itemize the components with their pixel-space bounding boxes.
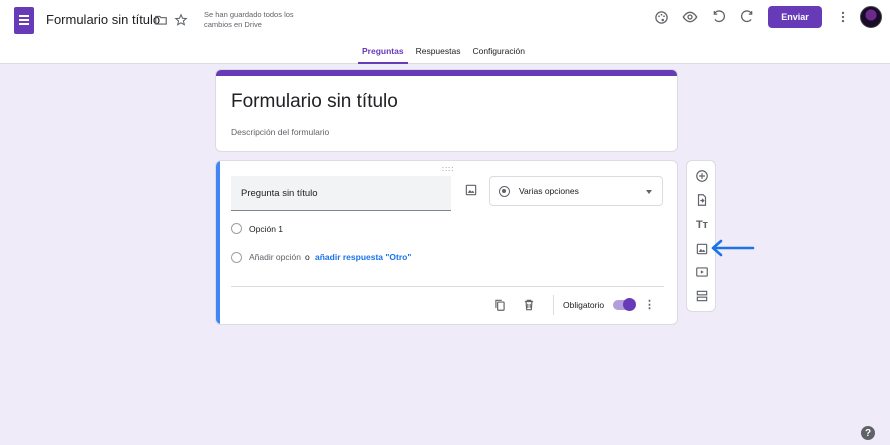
accent-bar	[216, 70, 677, 76]
option-1-input[interactable]: Opción 1	[249, 224, 283, 234]
forms-logo-icon[interactable]	[14, 7, 34, 34]
redo-icon[interactable]	[738, 8, 756, 26]
add-section-icon[interactable]	[694, 288, 710, 304]
question-type-label: Varias opciones	[519, 186, 579, 196]
side-toolbar: Tт	[686, 160, 716, 312]
add-question-icon[interactable]	[694, 168, 710, 184]
palette-icon[interactable]	[652, 8, 670, 26]
annotation-arrow-icon	[711, 239, 755, 257]
help-icon[interactable]: ?	[861, 426, 875, 440]
question-type-select[interactable]: Varias opciones	[489, 176, 663, 206]
delete-icon[interactable]	[522, 298, 536, 312]
form-header-card: Formulario sin título Descripción del fo…	[215, 69, 678, 152]
document-title[interactable]: Formulario sin título	[46, 12, 160, 27]
drag-handle-icon[interactable]: ∷∷	[442, 165, 454, 174]
form-title[interactable]: Formulario sin título	[231, 91, 398, 113]
focus-bar	[216, 161, 220, 324]
add-image-icon[interactable]	[464, 183, 478, 197]
tab-questions[interactable]: Preguntas	[356, 46, 410, 64]
or-text: o	[305, 252, 310, 262]
add-image-icon[interactable]	[694, 241, 710, 257]
form-tabs: Preguntas Respuestas Configuración	[356, 46, 531, 64]
star-icon[interactable]	[172, 11, 190, 29]
duplicate-icon[interactable]	[493, 298, 507, 312]
question-title-input[interactable]: Pregunta sin título	[231, 176, 451, 211]
divider	[231, 286, 664, 287]
avatar[interactable]	[860, 6, 882, 28]
more-options-icon[interactable]: ⋮	[644, 298, 655, 311]
option-radio-icon	[231, 223, 242, 234]
tab-settings[interactable]: Configuración	[466, 46, 530, 64]
more-vert-icon[interactable]	[834, 8, 852, 26]
required-toggle[interactable]	[613, 298, 636, 311]
send-button[interactable]: Enviar	[768, 6, 822, 28]
add-video-icon[interactable]	[694, 264, 710, 280]
chevron-down-icon	[646, 190, 652, 194]
question-card: ∷∷ Pregunta sin título Varias opciones O…	[215, 160, 678, 325]
folder-icon[interactable]	[152, 11, 170, 29]
required-label: Obligatorio	[563, 300, 605, 310]
divider	[553, 295, 554, 315]
tab-responses[interactable]: Respuestas	[410, 46, 467, 64]
add-title-icon[interactable]: Tт	[694, 217, 710, 233]
add-other-link[interactable]: añadir respuesta "Otro"	[315, 252, 411, 262]
undo-icon[interactable]	[710, 8, 728, 26]
import-questions-icon[interactable]	[694, 192, 710, 208]
add-option-radio-icon	[231, 252, 242, 263]
eye-icon[interactable]	[681, 8, 699, 26]
form-description-field[interactable]: Descripción del formulario	[231, 127, 329, 137]
radio-button-icon	[499, 186, 510, 197]
save-status: Se han guardado todos los cambios en Dri…	[204, 10, 294, 29]
top-bar: Formulario sin título Se han guardado to…	[0, 0, 890, 64]
add-option-button[interactable]: Añadir opción	[249, 252, 301, 262]
